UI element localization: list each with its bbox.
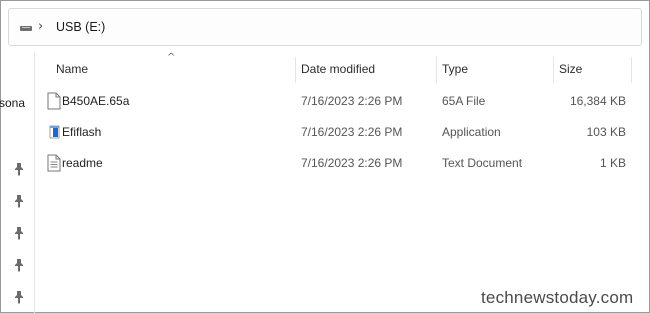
file-row[interactable]: readme 7/16/2023 2:26 PM Text Document 1… [41, 152, 637, 176]
pin-icon[interactable] [13, 258, 25, 272]
file-size: 1 KB [599, 156, 626, 170]
breadcrumb-chevron-icon[interactable]: › [38, 19, 43, 34]
column-header-date-modified[interactable]: Date modified [301, 62, 375, 82]
file-row[interactable]: B450AE.65a 7/16/2023 2:26 PM 65A File 16… [41, 90, 637, 114]
navigation-pane: rsona [0, 53, 35, 313]
application-icon [47, 123, 61, 141]
column-header-name[interactable]: Name [56, 62, 88, 82]
pin-icon[interactable] [13, 162, 25, 176]
address-bar[interactable]: › USB (E:) [8, 8, 642, 46]
nav-item-personal[interactable]: rsona [0, 96, 25, 110]
file-type: Application [442, 125, 501, 139]
column-header-size[interactable]: Size [559, 62, 582, 82]
column-header-type[interactable]: Type [442, 62, 468, 82]
text-document-icon [47, 154, 61, 172]
pin-icon[interactable] [13, 194, 25, 208]
file-date-modified: 7/16/2023 2:26 PM [301, 156, 403, 170]
file-date-modified: 7/16/2023 2:26 PM [301, 94, 403, 108]
explorer-window: › USB (E:) rsona ^ Name Date modified Ty… [0, 0, 650, 313]
file-name: readme [62, 156, 103, 170]
column-divider[interactable] [553, 57, 554, 83]
watermark: technewstoday.com [481, 288, 634, 307]
file-row[interactable]: Efiflash 7/16/2023 2:26 PM Application 1… [41, 121, 637, 145]
column-divider[interactable] [631, 57, 632, 83]
pin-icon[interactable] [13, 226, 25, 240]
pin-icon[interactable] [13, 290, 25, 304]
drive-icon [20, 26, 32, 31]
file-size: 16,384 KB [569, 94, 626, 108]
blank-file-icon [47, 92, 61, 110]
file-name: B450AE.65a [62, 94, 130, 108]
file-type: Text Document [442, 156, 523, 170]
column-divider[interactable] [436, 57, 437, 83]
file-size: 103 KB [586, 125, 626, 139]
file-name: Efiflash [62, 125, 102, 139]
column-divider[interactable] [295, 57, 296, 83]
sort-ascending-icon: ^ [167, 52, 176, 63]
file-type: 65A File [442, 94, 486, 108]
breadcrumb-usb-drive[interactable]: USB (E:) [56, 20, 105, 34]
file-date-modified: 7/16/2023 2:26 PM [301, 125, 403, 139]
